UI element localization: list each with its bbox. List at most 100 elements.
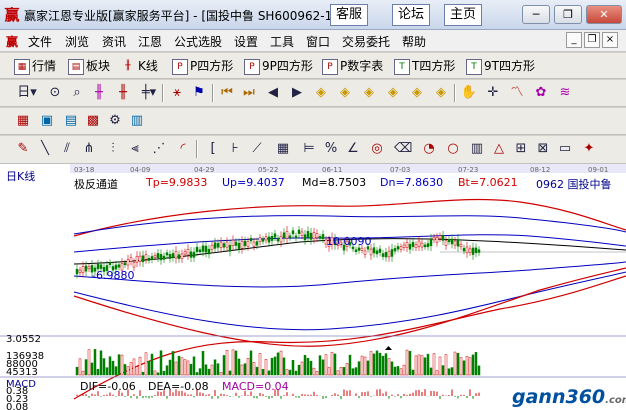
- arc-icon[interactable]: ◜: [174, 140, 192, 158]
- last-page-icon[interactable]: ⏭: [240, 84, 258, 102]
- angle-icon[interactable]: ∠: [344, 140, 362, 158]
- crosshair-icon[interactable]: ✛: [484, 84, 502, 102]
- bracket-icon[interactable]: [: [204, 140, 222, 158]
- diamond-up-icon[interactable]: ◈: [312, 84, 330, 102]
- kline-chart-area[interactable]: 03-18 04-09 04-29 05-22 06-11 07-03 07-2…: [0, 164, 626, 410]
- export-icon[interactable]: ▥: [128, 112, 146, 130]
- kline-button[interactable]: ╫ K线: [120, 56, 158, 76]
- scroll-right-icon[interactable]: ▶: [288, 84, 306, 102]
- menu-browse[interactable]: 浏览: [65, 33, 89, 50]
- mdi-minimize-button[interactable]: _: [566, 32, 582, 48]
- wave-icon[interactable]: ≋: [556, 84, 574, 102]
- box-icon[interactable]: ▭: [556, 140, 574, 158]
- volume-bar: [459, 357, 463, 376]
- minimize-button[interactable]: ─: [522, 5, 550, 24]
- support-link[interactable]: 客服: [330, 4, 369, 26]
- period-dropdown[interactable]: 日▾: [14, 84, 40, 102]
- volume-bar: [78, 358, 82, 376]
- comb-icon[interactable]: ⫶: [104, 140, 122, 158]
- data-table-icon[interactable]: ▤: [62, 112, 80, 130]
- menu-formula-select[interactable]: 公式选股: [174, 33, 222, 50]
- volume-bar: [342, 366, 346, 376]
- 9t-square-button[interactable]: T 9T四方形: [466, 56, 535, 76]
- diamond-right-icon[interactable]: ◈: [384, 84, 402, 102]
- zoom-icon[interactable]: ⌕: [68, 84, 86, 102]
- mark-icon[interactable]: ✦: [580, 140, 598, 158]
- menu-info[interactable]: 资讯: [102, 33, 126, 50]
- fan-icon[interactable]: ⫷: [126, 140, 144, 158]
- chart-toggle-icon[interactable]: ⊙: [46, 84, 64, 102]
- triangle-icon[interactable]: △: [490, 140, 508, 158]
- market-button[interactable]: ▦ 行情: [14, 56, 56, 76]
- forum-link[interactable]: 论坛: [392, 4, 431, 26]
- volume-bar: [294, 370, 298, 376]
- fib-icon[interactable]: ⊦: [226, 140, 244, 158]
- calendar-icon[interactable]: ▦: [14, 112, 32, 130]
- candle-body: [156, 253, 160, 258]
- volume-bar: [273, 356, 277, 376]
- first-page-icon[interactable]: ⏮: [218, 84, 236, 102]
- bar-style-dropdown[interactable]: ╪▾: [140, 84, 158, 102]
- time-cycle-icon[interactable]: ◔: [420, 140, 438, 158]
- volume-bar: [147, 361, 151, 376]
- close-button[interactable]: ✕: [586, 5, 622, 24]
- flag-icon[interactable]: ⚑: [190, 84, 208, 102]
- chart-canvas[interactable]: 03-18 04-09 04-29 05-22 06-11 07-03 07-2…: [0, 164, 626, 410]
- candle-body: [258, 237, 262, 242]
- candle-body: [273, 233, 277, 238]
- candle-body: [282, 232, 286, 239]
- indicator-icon[interactable]: ╫: [90, 84, 108, 102]
- calculator-icon[interactable]: ▣: [38, 112, 56, 130]
- settings-icon[interactable]: ⚙: [106, 112, 124, 130]
- grid-icon[interactable]: ▦: [274, 140, 292, 158]
- fan-lines-icon[interactable]: ⟋: [248, 140, 266, 158]
- diamond-down-icon[interactable]: ◈: [336, 84, 354, 102]
- mdi-restore-button[interactable]: ❐: [584, 32, 600, 48]
- app-window: 赢 赢家江恩专业版[赢家服务平台] - [国投中鲁 SH600962-117 客…: [0, 0, 626, 410]
- line-icon[interactable]: ╲: [36, 140, 54, 158]
- restore-button[interactable]: ❐: [554, 5, 582, 24]
- diamond-left-icon[interactable]: ◈: [360, 84, 378, 102]
- menu-window[interactable]: 窗口: [306, 33, 330, 50]
- bars-icon[interactable]: ▥: [468, 140, 486, 158]
- volume-bar: [123, 364, 127, 376]
- trend-icon[interactable]: 〽: [508, 84, 526, 102]
- menu-trade[interactable]: 交易委托: [342, 33, 390, 50]
- diamond-shrink-icon[interactable]: ◈: [432, 84, 450, 102]
- mdi-close-button[interactable]: ×: [602, 32, 618, 48]
- diamond-expand-icon[interactable]: ◈: [408, 84, 426, 102]
- scroll-left-icon[interactable]: ◀: [264, 84, 282, 102]
- percent-icon[interactable]: %: [322, 140, 340, 158]
- square-grid-icon[interactable]: ⊞: [512, 140, 530, 158]
- menu-gann[interactable]: 江恩: [138, 33, 162, 50]
- up-value: Up=9.4037: [222, 176, 285, 189]
- gann-line-icon[interactable]: ⋰: [150, 140, 168, 158]
- t-square-button[interactable]: T T四方形: [394, 56, 455, 76]
- candle-body: [87, 266, 91, 270]
- save-icon[interactable]: ▩: [84, 112, 102, 130]
- fork-icon[interactable]: ⋔: [80, 140, 98, 158]
- 9p-square-button[interactable]: P 9P四方形: [244, 56, 313, 76]
- volume-bar: [306, 357, 310, 376]
- menu-settings[interactable]: 设置: [234, 33, 258, 50]
- volume-bar: [360, 355, 364, 376]
- pen-icon[interactable]: ✎: [14, 140, 32, 158]
- menu-file[interactable]: 文件: [28, 33, 52, 50]
- ruler-icon[interactable]: ⊨: [300, 140, 318, 158]
- p-square-button[interactable]: P P四方形: [172, 56, 233, 76]
- menu-tools[interactable]: 工具: [270, 33, 294, 50]
- erase-icon[interactable]: ⌫: [394, 140, 412, 158]
- hand-icon[interactable]: ✋: [460, 84, 478, 102]
- cross-grid-icon[interactable]: ⊠: [534, 140, 552, 158]
- p-number-table-button[interactable]: P P数字表: [322, 56, 383, 76]
- menu-help[interactable]: 帮助: [402, 33, 426, 50]
- circle-icon[interactable]: ○: [444, 140, 462, 158]
- homepage-link[interactable]: 主页: [444, 4, 483, 26]
- draw-tool-icon[interactable]: ⚹: [168, 84, 186, 102]
- sector-button[interactable]: ▤ 板块: [68, 56, 110, 76]
- parallel-icon[interactable]: ⫽: [58, 140, 76, 158]
- spiral-icon[interactable]: ◎: [368, 140, 386, 158]
- pattern-icon[interactable]: ✿: [532, 84, 550, 102]
- candle-icon[interactable]: ╫: [114, 84, 132, 102]
- candle-body: [267, 236, 271, 243]
